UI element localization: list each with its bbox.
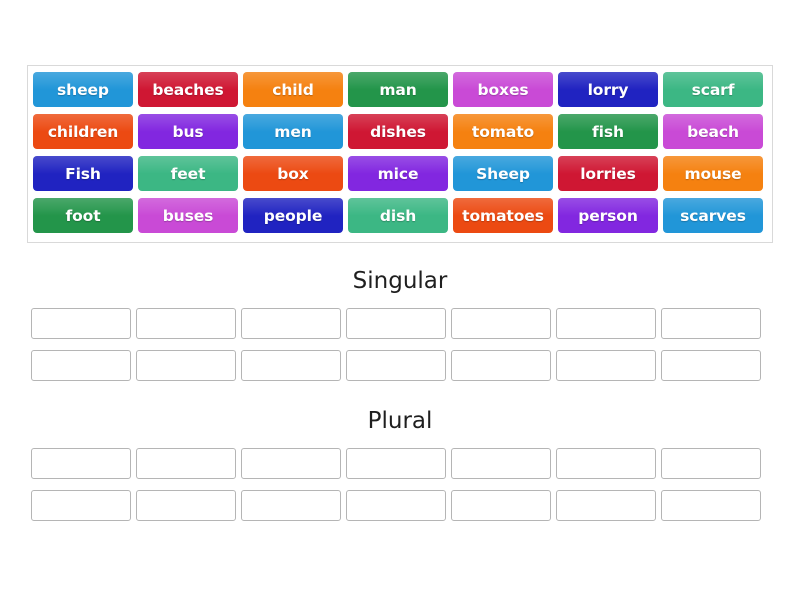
dropzone-slot[interactable] — [451, 448, 551, 479]
word-tile[interactable]: people — [243, 198, 343, 233]
word-tile[interactable]: scarves — [663, 198, 763, 233]
word-tile[interactable]: fish — [558, 114, 658, 149]
dropzone-slot[interactable] — [346, 350, 446, 381]
word-tile-label: Fish — [65, 164, 101, 183]
word-tile[interactable]: man — [348, 72, 448, 107]
dropzone-slot[interactable] — [451, 308, 551, 339]
word-tile-label: man — [379, 80, 417, 99]
word-bank-panel: sheep beaches child man boxes lorry scarf child… — [27, 65, 773, 243]
word-tile[interactable]: lorry — [558, 72, 658, 107]
word-tile[interactable]: bus — [138, 114, 238, 149]
dropzone-slot[interactable] — [346, 308, 446, 339]
group-title-singular: Singular — [352, 268, 448, 294]
word-tile-label: men — [274, 122, 312, 141]
word-tile-label: sheep — [57, 80, 109, 99]
dropzone-row — [31, 490, 769, 521]
word-bank-row: children bus men dishes tomato fish beach — [33, 114, 767, 149]
word-tile[interactable]: child — [243, 72, 343, 107]
dropzone-slot[interactable] — [31, 490, 131, 521]
dropzone-row — [31, 350, 769, 381]
dropzone-slot[interactable] — [31, 448, 131, 479]
word-tile-label: beaches — [152, 80, 224, 99]
dropzone-slot[interactable] — [241, 308, 341, 339]
word-tile-label: tomatoes — [462, 206, 544, 225]
word-tile[interactable]: dish — [348, 198, 448, 233]
dropzone-slot[interactable] — [346, 490, 446, 521]
word-tile-label: buses — [162, 206, 214, 225]
group-sort-activity: sheep beaches child man boxes lorry scarf child… — [0, 0, 800, 600]
dropzone-slot[interactable] — [661, 350, 761, 381]
word-tile[interactable]: lorries — [558, 156, 658, 191]
word-tile-label: fish — [592, 122, 624, 141]
word-tile[interactable]: beaches — [138, 72, 238, 107]
dropzone-slot[interactable] — [136, 448, 236, 479]
dropzone-slot[interactable] — [556, 448, 656, 479]
word-tile-label: people — [263, 206, 323, 225]
word-tile[interactable]: boxes — [453, 72, 553, 107]
dropzone-group-plural — [31, 448, 769, 521]
word-tile[interactable]: person — [558, 198, 658, 233]
word-tile-label: tomato — [471, 122, 535, 141]
word-tile-label: feet — [170, 164, 206, 183]
dropzone-slot[interactable] — [241, 350, 341, 381]
word-tile-label: mouse — [684, 164, 742, 183]
word-tile-label: scarves — [680, 206, 746, 225]
word-tile[interactable]: tomatoes — [453, 198, 553, 233]
word-tile[interactable]: dishes — [348, 114, 448, 149]
word-tile[interactable]: sheep — [33, 72, 133, 107]
dropzone-slot[interactable] — [661, 308, 761, 339]
word-tile[interactable]: scarf — [663, 72, 763, 107]
dropzone-slot[interactable] — [451, 490, 551, 521]
word-bank-row: Fish feet box mice Sheep lorries mouse — [33, 156, 767, 191]
word-tile[interactable]: Sheep — [453, 156, 553, 191]
dropzone-slot[interactable] — [31, 308, 131, 339]
word-tile-label: bus — [172, 122, 204, 141]
word-tile-label: lorry — [587, 80, 629, 99]
dropzone-slot[interactable] — [136, 490, 236, 521]
word-tile[interactable]: beach — [663, 114, 763, 149]
word-tile[interactable]: men — [243, 114, 343, 149]
word-tile-label: dish — [379, 206, 417, 225]
dropzone-slot[interactable] — [241, 448, 341, 479]
word-tile-label: boxes — [477, 80, 529, 99]
dropzone-row — [31, 448, 769, 479]
word-tile[interactable]: foot — [33, 198, 133, 233]
word-tile[interactable]: tomato — [453, 114, 553, 149]
dropzone-slot[interactable] — [556, 308, 656, 339]
word-tile-label: beach — [687, 122, 739, 141]
dropzone-slot[interactable] — [661, 448, 761, 479]
dropzone-slot[interactable] — [31, 350, 131, 381]
word-tile-label: child — [272, 80, 314, 99]
group-title-plural: Plural — [367, 408, 433, 434]
word-tile[interactable]: buses — [138, 198, 238, 233]
word-tile-label: person — [578, 206, 638, 225]
dropzone-slot[interactable] — [661, 490, 761, 521]
word-tile-label: lorries — [580, 164, 636, 183]
dropzone-slot[interactable] — [136, 350, 236, 381]
word-tile[interactable]: Fish — [33, 156, 133, 191]
dropzone-slot[interactable] — [136, 308, 236, 339]
dropzone-slot[interactable] — [241, 490, 341, 521]
word-tile-label: scarf — [691, 80, 735, 99]
word-tile[interactable]: box — [243, 156, 343, 191]
word-bank-row: sheep beaches child man boxes lorry scarf — [33, 72, 767, 107]
word-tile-label: mice — [377, 164, 419, 183]
word-tile[interactable]: children — [33, 114, 133, 149]
word-bank-row: foot buses people dish tomatoes person scarves — [33, 198, 767, 233]
dropzone-slot[interactable] — [556, 490, 656, 521]
word-tile-label: dishes — [370, 122, 426, 141]
dropzone-group-singular — [31, 308, 769, 381]
word-tile[interactable]: mice — [348, 156, 448, 191]
word-tile[interactable]: mouse — [663, 156, 763, 191]
dropzone-row — [31, 308, 769, 339]
word-tile-label: Sheep — [476, 164, 530, 183]
word-tile-label: children — [47, 122, 119, 141]
word-tile-label: box — [277, 164, 309, 183]
dropzone-slot[interactable] — [346, 448, 446, 479]
dropzone-slot[interactable] — [451, 350, 551, 381]
word-tile-label: foot — [65, 206, 101, 225]
word-tile[interactable]: feet — [138, 156, 238, 191]
dropzone-slot[interactable] — [556, 350, 656, 381]
